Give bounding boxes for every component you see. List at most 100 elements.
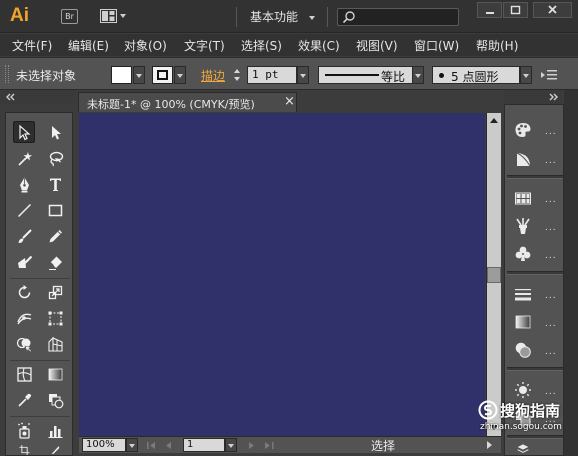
direct-selection-tool-icon[interactable]: [44, 121, 66, 143]
control-panel-menu[interactable]: [540, 68, 558, 82]
artboard-prev-icons[interactable]: [145, 439, 185, 453]
gradient-panel-icon[interactable]: [511, 311, 535, 333]
more-icon[interactable]: ...: [545, 291, 557, 301]
close-tab-icon[interactable]: ×: [284, 94, 295, 109]
bridge-button[interactable]: Br: [61, 9, 78, 24]
menu-help[interactable]: 帮助(H): [476, 37, 518, 54]
free-transform-tool-icon[interactable]: [44, 307, 66, 329]
divider: [507, 367, 563, 371]
column-graph-tool-icon[interactable]: [44, 419, 66, 441]
perspective-grid-tool-icon[interactable]: [44, 333, 66, 355]
profile-line: [325, 74, 379, 76]
mesh-tool-icon[interactable]: [13, 363, 35, 385]
zoom-field[interactable]: 100%: [82, 438, 126, 452]
menu-effect[interactable]: 效果(C): [298, 37, 340, 54]
brushes-panel-icon[interactable]: [511, 215, 535, 237]
scroll-thumb[interactable]: [487, 267, 501, 283]
artboard-tool-icon[interactable]: [13, 445, 35, 455]
magic-wand-tool-icon[interactable]: [13, 147, 35, 169]
workspace-switcher[interactable]: 基本功能: [250, 8, 315, 25]
menu-object[interactable]: 对象(O): [124, 37, 167, 54]
dock-collapse-strip[interactable]: [504, 90, 562, 104]
gradient-tool-icon[interactable]: [44, 363, 66, 385]
more-icon[interactable]: ...: [545, 223, 557, 233]
variable-width-profile[interactable]: 等比: [318, 66, 424, 84]
brush-definition[interactable]: 5 点圆形: [432, 66, 520, 84]
divider: [10, 360, 70, 361]
swatches-panel-icon[interactable]: [511, 187, 535, 209]
menu-window[interactable]: 窗口(W): [414, 37, 459, 54]
blob-brush-tool-icon[interactable]: [13, 251, 35, 273]
menu-edit[interactable]: 编辑(E): [68, 37, 109, 54]
arrange-documents-button[interactable]: [100, 9, 128, 24]
stroke-weight-dropdown[interactable]: [297, 66, 309, 84]
color-guide-panel-icon[interactable]: [511, 148, 535, 170]
scroll-up-icon[interactable]: [487, 115, 501, 127]
paintbrush-tool-icon[interactable]: [13, 225, 35, 247]
chevron-down-icon: [308, 15, 315, 20]
stroke-weight-stepper[interactable]: [231, 65, 243, 85]
blend-tool-icon[interactable]: [44, 389, 66, 411]
shape-builder-tool-icon[interactable]: [13, 333, 35, 355]
eyedropper-tool-icon[interactable]: [13, 389, 35, 411]
stroke-panel-link[interactable]: 描边: [201, 67, 225, 84]
line-segment-tool-icon[interactable]: [13, 199, 35, 221]
panel-grip[interactable]: [5, 65, 9, 83]
transparency-panel-icon[interactable]: [511, 339, 535, 361]
search-input[interactable]: [337, 8, 459, 26]
rotate-tool-icon[interactable]: [13, 281, 35, 303]
width-tool-icon[interactable]: [13, 307, 35, 329]
artboard-field[interactable]: 1: [183, 438, 225, 452]
status-menu-icon[interactable]: [485, 438, 495, 452]
stroke-panel-icon[interactable]: [511, 283, 535, 305]
maximize-button[interactable]: [503, 2, 528, 18]
zoom-dropdown[interactable]: [126, 438, 138, 452]
appearance-panel-icon[interactable]: [511, 379, 535, 401]
minimize-icon: [486, 12, 494, 14]
layers-panel-icon[interactable]: [511, 443, 535, 455]
menu-type[interactable]: 文字(T): [184, 37, 225, 54]
tools-collapse-strip[interactable]: [0, 90, 76, 104]
artboard-canvas[interactable]: [79, 113, 485, 436]
scale-tool-icon[interactable]: [44, 281, 66, 303]
menu-file[interactable]: 文件(F): [12, 37, 52, 54]
control-bar: 未选择对象 描边 1 pt 等比 5 点圆形: [0, 57, 578, 90]
vertical-scrollbar[interactable]: [486, 113, 501, 436]
profile-dropdown[interactable]: [412, 66, 424, 84]
more-icon[interactable]: ...: [545, 347, 557, 357]
lasso-tool-icon[interactable]: [44, 147, 66, 169]
minimize-button[interactable]: [477, 2, 502, 18]
more-icon[interactable]: ...: [545, 156, 557, 166]
stroke-weight-field[interactable]: 1 pt: [247, 66, 297, 84]
chevron-down-icon: [136, 74, 142, 78]
brush-dot-icon: [439, 73, 444, 78]
eraser-tool-icon[interactable]: [44, 251, 66, 273]
brush-dropdown[interactable]: [520, 66, 532, 84]
pencil-tool-icon[interactable]: [44, 225, 66, 247]
close-window-button[interactable]: [533, 2, 572, 18]
fill-swatch-dropdown[interactable]: [111, 66, 145, 84]
slice-tool-icon[interactable]: [44, 445, 66, 455]
document-title: 未标题-1* @ 100% (CMYK/预览): [87, 98, 255, 111]
type-tool-icon[interactable]: [44, 173, 66, 195]
stroke-swatch-dropdown[interactable]: [152, 66, 186, 84]
more-icon[interactable]: ...: [545, 195, 557, 205]
chevron-down-icon: [523, 74, 529, 78]
tab-document[interactable]: 未标题-1* @ 100% (CMYK/预览) ×: [78, 92, 297, 112]
symbols-panel-icon[interactable]: [511, 243, 535, 265]
rectangle-tool-icon[interactable]: [44, 199, 66, 221]
chevron-down-icon: [228, 444, 234, 448]
artboard-dropdown[interactable]: [225, 438, 237, 452]
artboard-next-icons[interactable]: [243, 439, 283, 453]
more-icon[interactable]: ...: [545, 251, 557, 261]
pen-tool-icon[interactable]: [13, 173, 35, 195]
selection-tool-icon[interactable]: [13, 121, 35, 143]
color-panel-icon[interactable]: [511, 119, 535, 141]
more-icon[interactable]: ...: [545, 127, 557, 137]
symbol-sprayer-tool-icon[interactable]: [13, 419, 35, 441]
menu-view[interactable]: 视图(V): [356, 37, 398, 54]
more-icon[interactable]: ...: [545, 319, 557, 329]
menu-select[interactable]: 选择(S): [241, 37, 282, 54]
current-tool-label[interactable]: 选择: [371, 437, 395, 454]
more-icon[interactable]: ...: [545, 387, 557, 397]
